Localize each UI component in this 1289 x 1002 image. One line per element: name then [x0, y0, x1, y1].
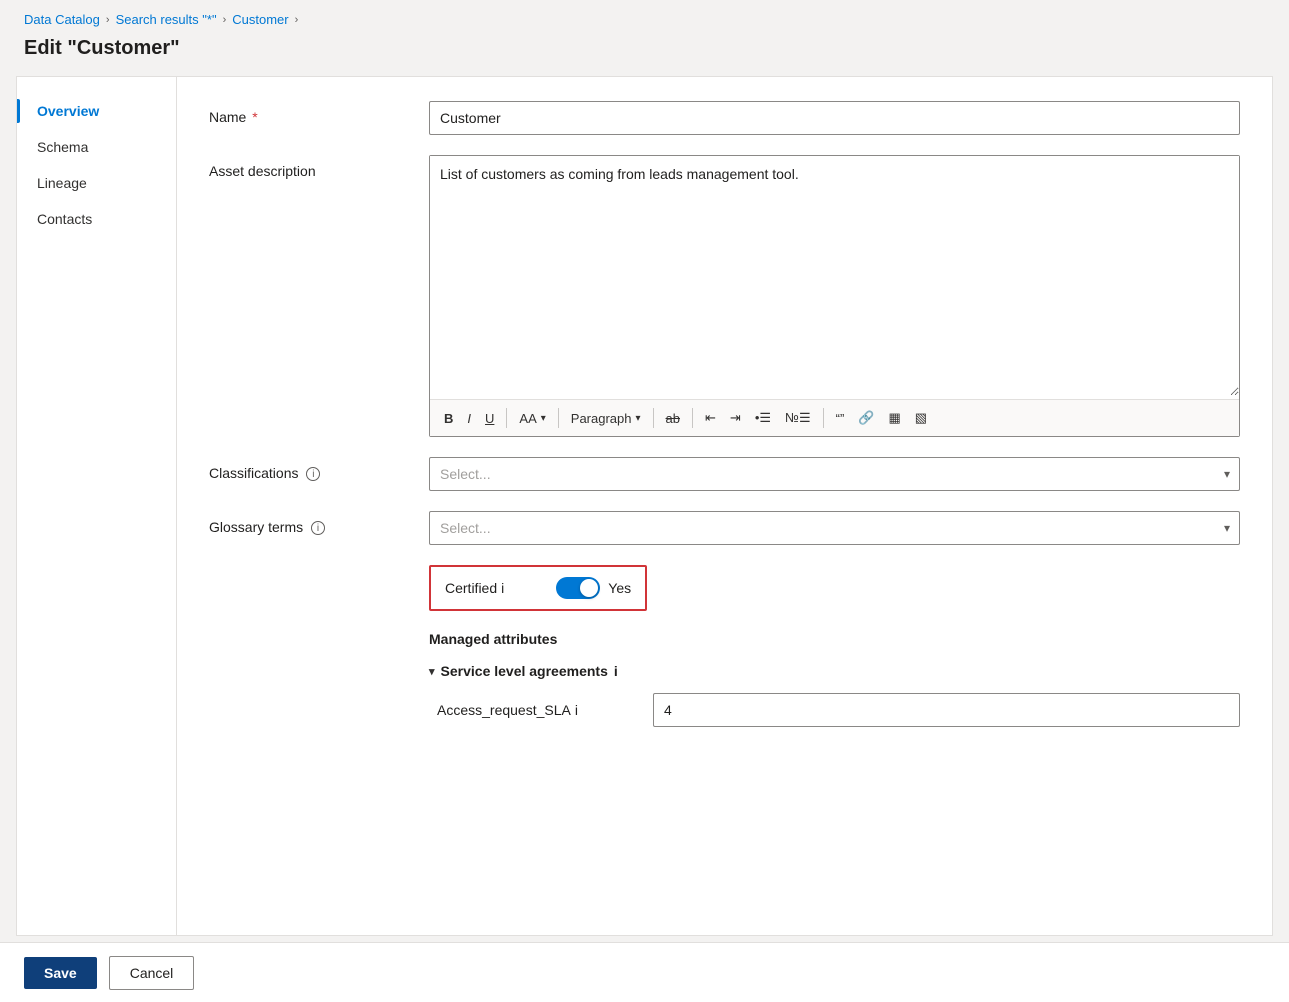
sidebar-item-contacts[interactable]: Contacts	[17, 201, 176, 237]
access-request-sla-info-icon[interactable]: i	[575, 702, 578, 718]
breadcrumb-chevron-3: ›	[295, 14, 299, 26]
certified-toggle[interactable]	[556, 577, 600, 599]
glossary-terms-row: Glossary terms i Select... ▾	[209, 511, 1240, 545]
certified-label: Certified	[445, 580, 497, 596]
toolbar-insert-table[interactable]: ▧	[909, 406, 933, 430]
sla-chevron-icon: ▾	[429, 665, 435, 678]
breadcrumb-chevron-1: ›	[106, 14, 110, 26]
name-label: Name *	[209, 101, 429, 125]
breadcrumb-chevron-2: ›	[223, 14, 227, 26]
sidebar-item-lineage[interactable]: Lineage	[17, 165, 176, 201]
toolbar-outdent[interactable]: ⇤	[699, 406, 722, 430]
toolbar-divider-3	[653, 408, 654, 428]
toolbar-quote[interactable]: “”	[830, 407, 851, 430]
sidebar-item-schema[interactable]: Schema	[17, 129, 176, 165]
content-area: Name * Asset description List of custome…	[177, 77, 1272, 935]
classifications-info-icon[interactable]: i	[306, 467, 320, 481]
name-row: Name *	[209, 101, 1240, 135]
breadcrumb-search-results[interactable]: Search results "*"	[116, 12, 217, 27]
toolbar-strikethrough[interactable]: ab	[660, 407, 686, 430]
footer-bar: Save Cancel	[0, 942, 1289, 1002]
save-button[interactable]: Save	[24, 957, 97, 989]
description-label: Asset description	[209, 155, 429, 179]
sla-section: ▾ Service level agreements i Access_requ…	[209, 663, 1240, 727]
toggle-wrapper: Yes	[556, 577, 631, 599]
certified-row: Certified i Yes	[209, 565, 1240, 611]
toolbar-underline[interactable]: U	[479, 407, 500, 430]
managed-attributes-heading: Managed attributes	[209, 631, 1240, 647]
breadcrumb: Data Catalog › Search results "*" › Cust…	[0, 0, 1289, 33]
sidebar: Overview Schema Lineage Contacts	[17, 77, 177, 935]
glossary-terms-label: Glossary terms i	[209, 511, 429, 535]
description-field: List of customers as coming from leads m…	[429, 155, 1240, 437]
certified-spacer	[209, 584, 429, 592]
breadcrumb-data-catalog[interactable]: Data Catalog	[24, 12, 100, 27]
name-input[interactable]	[429, 101, 1240, 135]
access-request-sla-input[interactable]	[653, 693, 1240, 727]
description-textarea[interactable]: List of customers as coming from leads m…	[430, 156, 1239, 396]
description-row: Asset description List of customers as c…	[209, 155, 1240, 437]
toolbar-bold[interactable]: B	[438, 407, 459, 430]
toolbar-paragraph[interactable]: Paragraph ▾	[565, 407, 647, 430]
classifications-field: Select... ▾	[429, 457, 1240, 491]
classifications-label: Classifications i	[209, 457, 429, 481]
access-request-sla-label: Access_request_SLA i	[437, 702, 637, 718]
glossary-terms-info-icon[interactable]: i	[311, 521, 325, 535]
breadcrumb-customer[interactable]: Customer	[232, 12, 288, 27]
toolbar-link[interactable]: 🔗	[852, 406, 880, 430]
toolbar-divider-5	[823, 408, 824, 428]
sla-heading-label: Service level agreements	[441, 663, 608, 679]
glossary-terms-select-wrapper: Select... ▾	[429, 511, 1240, 545]
toolbar-indent[interactable]: ⇥	[724, 406, 747, 430]
editor-toolbar: B I U AA ▾ Paragraph ▾ ab ⇤ ⇥	[430, 399, 1239, 436]
toggle-slider	[556, 577, 600, 599]
toolbar-divider-1	[506, 408, 507, 428]
classifications-select[interactable]: Select...	[429, 457, 1240, 491]
main-container: Overview Schema Lineage Contacts Name * …	[16, 76, 1273, 936]
toolbar-numbered-list[interactable]: №☰	[779, 406, 817, 430]
glossary-terms-select[interactable]: Select...	[429, 511, 1240, 545]
certified-info-icon[interactable]: i	[501, 580, 504, 596]
toolbar-bullet-list[interactable]: •☰	[749, 406, 777, 430]
certified-highlight-box: Certified i Yes	[429, 565, 647, 611]
toolbar-italic[interactable]: I	[461, 407, 477, 430]
sla-heading[interactable]: ▾ Service level agreements i	[429, 663, 1240, 679]
toolbar-divider-4	[692, 408, 693, 428]
sidebar-item-overview[interactable]: Overview	[17, 93, 176, 129]
toolbar-font-size[interactable]: AA ▾	[513, 407, 551, 430]
certified-label-group: Certified i	[445, 580, 504, 596]
toolbar-insert-image[interactable]: ▦	[883, 406, 907, 430]
sla-row: Access_request_SLA i	[429, 693, 1240, 727]
classifications-select-wrapper: Select... ▾	[429, 457, 1240, 491]
classifications-row: Classifications i Select... ▾	[209, 457, 1240, 491]
description-wrapper: List of customers as coming from leads m…	[429, 155, 1240, 437]
name-field	[429, 101, 1240, 135]
page-title: Edit "Customer"	[0, 33, 1289, 76]
certified-yes-label: Yes	[608, 580, 631, 596]
glossary-terms-field: Select... ▾	[429, 511, 1240, 545]
toolbar-divider-2	[558, 408, 559, 428]
required-asterisk: *	[248, 109, 257, 125]
sla-info-icon[interactable]: i	[614, 663, 618, 679]
cancel-button[interactable]: Cancel	[109, 956, 195, 990]
